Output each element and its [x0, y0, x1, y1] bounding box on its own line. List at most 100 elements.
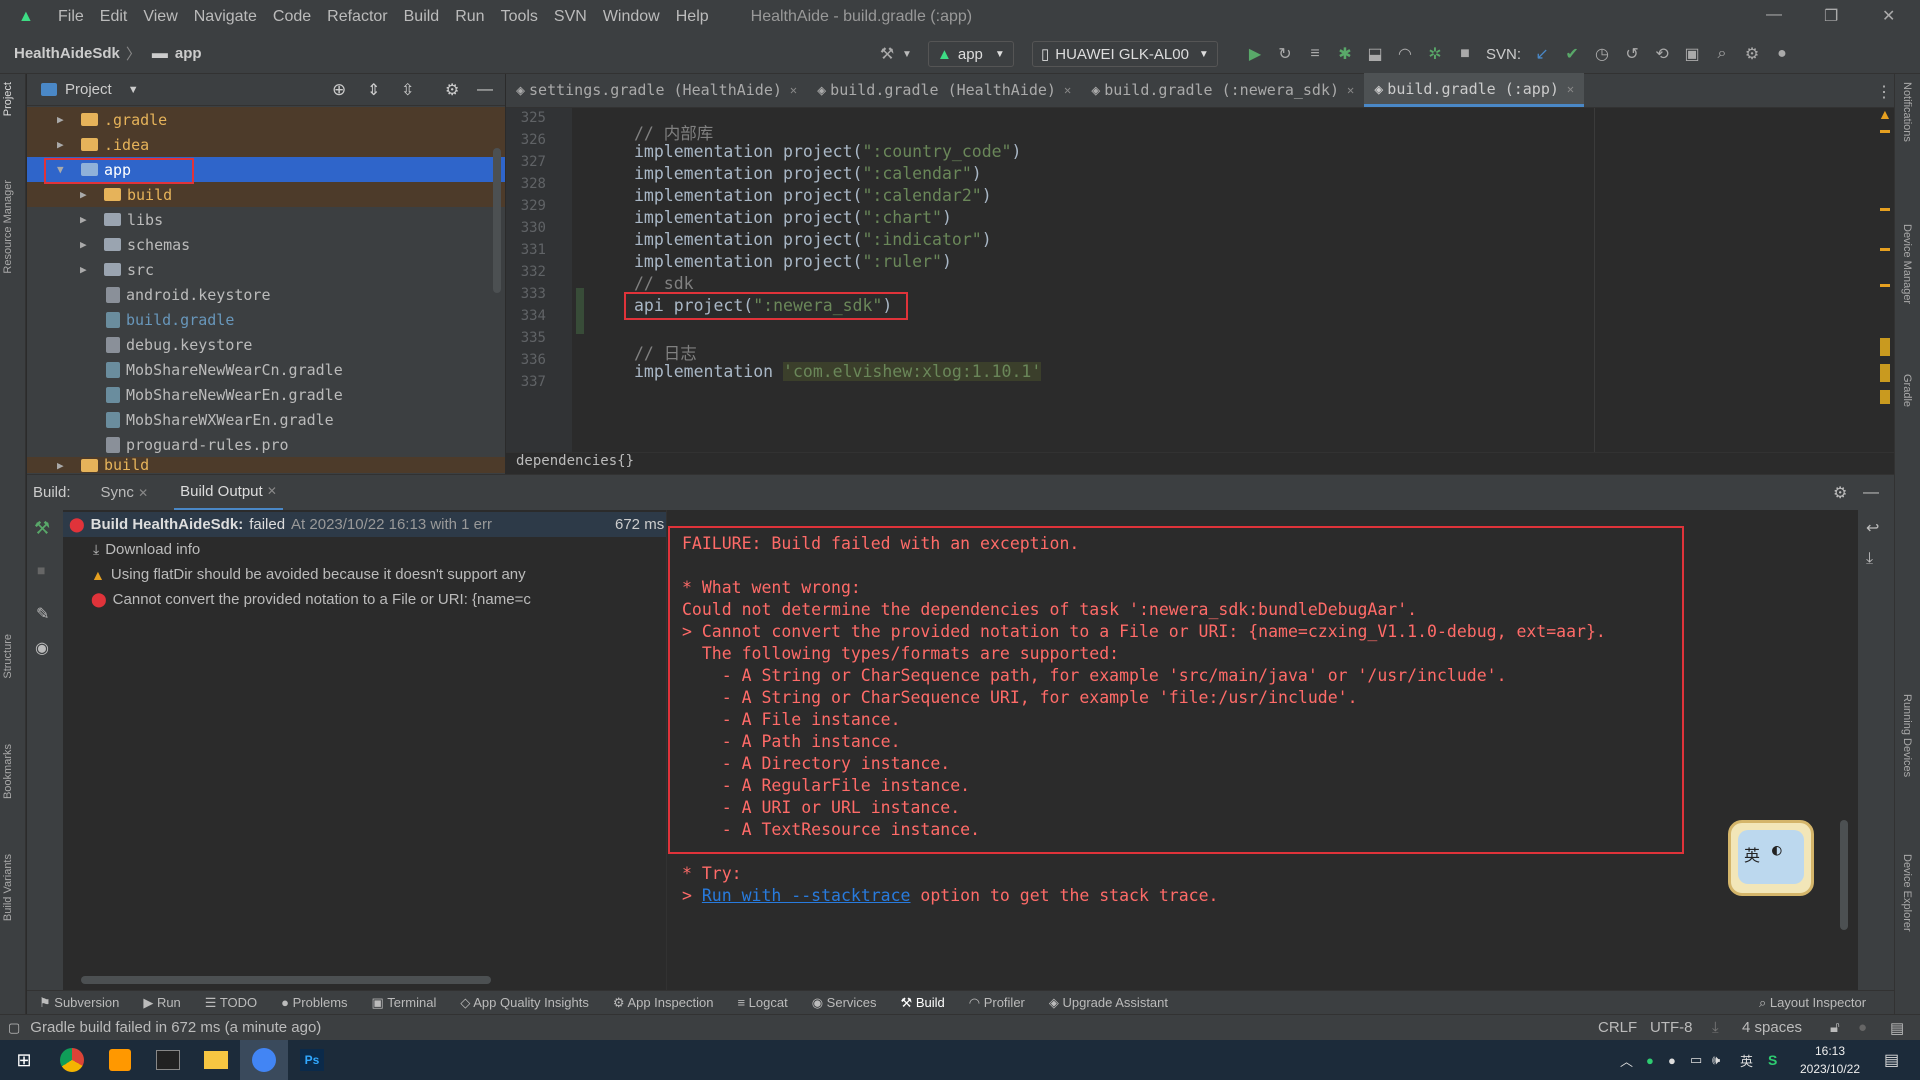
code-area[interactable]: // 内部库 implementation project(":country_… [506, 106, 1894, 452]
memory-icon[interactable]: ● [1858, 1019, 1867, 1036]
tab-app-quality-insights[interactable]: ◇ App Quality Insights [460, 995, 589, 1011]
taskbar-clock[interactable]: 16:13 2023/10/22 [1790, 1042, 1870, 1078]
close-icon[interactable]: ✕ [1882, 6, 1895, 26]
close-icon[interactable]: ✕ [1064, 83, 1071, 97]
hammer-back-icon[interactable]: ⚒ [876, 44, 898, 64]
build-tree-convert-error[interactable]: ⬤ Cannot convert the provided notation t… [63, 587, 666, 612]
hide-panel-icon[interactable]: — [1863, 484, 1879, 502]
expand-all-icon[interactable]: ⇕ [367, 80, 380, 100]
tree-item-schemas[interactable]: ▶ schemas [27, 232, 505, 257]
breadcrumb-project[interactable]: HealthAideSdk [14, 45, 120, 62]
chevron-right-icon[interactable]: ▶ [57, 113, 64, 126]
build-tree-root[interactable]: ⬤ Build HealthAideSdk: failed At 2023/10… [63, 512, 666, 537]
action-center-icon[interactable]: ▤ [1884, 1050, 1899, 1070]
line-separator[interactable]: CRLF [1598, 1019, 1637, 1036]
tray-app-icon[interactable]: ● [1668, 1053, 1676, 1068]
menu-window[interactable]: Window [603, 8, 660, 26]
taskbar-terminal[interactable] [144, 1040, 192, 1080]
attach-process-icon[interactable]: ✲ [1424, 44, 1446, 64]
soft-wrap-icon[interactable]: ↩ [1866, 518, 1879, 538]
menu-build[interactable]: Build [404, 8, 440, 26]
gear-icon[interactable]: ⚙ [1833, 483, 1847, 503]
chevron-right-icon[interactable]: ▶ [80, 213, 87, 226]
tree-item-src[interactable]: ▶ src [27, 257, 505, 282]
tree-item-proguard[interactable]: proguard-rules.pro [27, 432, 505, 457]
chevron-right-icon[interactable]: ▶ [80, 263, 87, 276]
chevron-right-icon[interactable]: ▶ [57, 459, 64, 472]
menu-run[interactable]: Run [455, 8, 484, 26]
start-button[interactable]: ⊞ [0, 1040, 48, 1080]
menu-tools[interactable]: Tools [501, 8, 538, 26]
volume-icon[interactable]: 🕪︎ [1712, 1052, 1720, 1068]
chevron-right-icon[interactable]: ▶ [57, 138, 64, 151]
tab-running-devices[interactable]: Running Devices [1901, 694, 1913, 777]
svn-update-icon[interactable]: ↙ [1531, 44, 1553, 64]
profile-icon[interactable]: ◠ [1394, 44, 1416, 64]
menu-navigate[interactable]: Navigate [194, 8, 257, 26]
stop-icon[interactable]: ■ [1454, 45, 1476, 63]
locate-icon[interactable]: ⊕ [332, 80, 346, 100]
ime-widget[interactable]: 英 ◐ [1724, 810, 1816, 906]
svn-commit-icon[interactable]: ✔ [1561, 44, 1583, 64]
tab-sync[interactable]: Sync ✕ [101, 484, 149, 501]
code-breadcrumb[interactable]: dependencies{} [506, 452, 1894, 474]
tab-services[interactable]: ◉ Services [812, 995, 877, 1011]
tab-build[interactable]: ⚒ Build [901, 995, 945, 1011]
sync-gradle-icon[interactable]: ⟲ [1651, 44, 1673, 64]
chevron-down-icon[interactable]: ▼ [128, 84, 139, 96]
hide-panel-icon[interactable]: — [477, 81, 493, 99]
run-icon[interactable]: ▶ [1244, 44, 1266, 64]
taskbar-chrome[interactable] [48, 1040, 96, 1080]
tab-gradle[interactable]: Gradle [1901, 374, 1913, 407]
tab-resource-manager[interactable]: Resource Manager [2, 180, 14, 274]
network-icon[interactable]: ▭ [1690, 1052, 1702, 1068]
more-icon[interactable]: ⋮ [1876, 82, 1892, 102]
project-panel-title[interactable]: Project [65, 81, 112, 98]
taskbar-photoshop[interactable]: Ps [288, 1040, 336, 1080]
breadcrumb-module[interactable]: app [175, 45, 202, 62]
taskbar-sublime[interactable] [96, 1040, 144, 1080]
chevron-right-icon[interactable]: ▶ [80, 188, 87, 201]
tab-run[interactable]: ▶ Run [143, 995, 180, 1011]
tab-logcat[interactable]: ≡ Logcat [737, 995, 787, 1010]
restore-icon[interactable]: ❐ [1824, 6, 1838, 26]
tab-build-output[interactable]: Build Output ✕ [174, 475, 283, 511]
chevron-right-icon[interactable]: ▶ [80, 238, 87, 251]
status-message[interactable]: Gradle build failed in 672 ms (a minute … [30, 1019, 321, 1036]
menu-code[interactable]: Code [273, 8, 311, 26]
tab-terminal[interactable]: ▣ Terminal [372, 995, 437, 1011]
tab-problems[interactable]: ● Problems [281, 995, 347, 1010]
tab-bookmarks[interactable]: Bookmarks [2, 744, 14, 799]
tree-item-build-gradle[interactable]: build.gradle [27, 307, 505, 332]
tray-chevron-up-icon[interactable]: ︿ [1620, 1051, 1633, 1070]
build-output-console[interactable]: FAILURE: Build failed with an exception.… [668, 510, 1858, 990]
device-select[interactable]: ▯ HUAWEI GLK-AL00 ▼ [1032, 41, 1218, 67]
gear-icon[interactable]: ⚙ [1741, 44, 1763, 64]
tab-notifications[interactable]: Notifications [1901, 82, 1913, 142]
tab-upgrade-assistant[interactable]: ◈ Upgrade Assistant [1049, 995, 1168, 1011]
unlocked-icon[interactable]: 🔓︎ [1830, 1019, 1840, 1036]
debug-icon[interactable]: ✱ [1334, 44, 1356, 64]
close-icon[interactable]: ✕ [138, 486, 148, 500]
tab-build-variants[interactable]: Build Variants [2, 854, 14, 921]
hammer-icon[interactable]: ⚒ [34, 518, 50, 539]
tab-device-manager[interactable]: Device Manager [1901, 224, 1913, 304]
tab-device-explorer[interactable]: Device Explorer [1901, 854, 1913, 932]
tab-subversion[interactable]: ⚑ Subversion [39, 995, 119, 1011]
tab-layout-inspector[interactable]: ⌕ Layout Inspector [1759, 995, 1866, 1011]
close-icon[interactable]: ✕ [1567, 82, 1574, 96]
tree-item-idea[interactable]: ▶ .idea [27, 132, 505, 157]
tree-item-build[interactable]: ▶ build [27, 182, 505, 207]
tree-item-mobsharenewwearen[interactable]: MobShareNewWearEn.gradle [27, 382, 505, 407]
tab-app-inspection[interactable]: ⚙ App Inspection [613, 995, 714, 1011]
tab-profiler[interactable]: ◠ Profiler [969, 995, 1025, 1011]
tab-todo[interactable]: ☰ TODO [205, 995, 257, 1011]
tree-item-mobsharenewwearcn[interactable]: MobShareNewWearCn.gradle [27, 357, 505, 382]
search-icon[interactable]: ⌕ [1711, 45, 1733, 63]
build-tree-flatdir-warning[interactable]: ▲ Using flatDir should be avoided becaus… [63, 562, 666, 587]
tab-build-gradle-healthaide[interactable]: ◈ build.gradle (HealthAide) ✕ [807, 73, 1081, 107]
gear-icon[interactable]: ⚙ [445, 80, 459, 100]
taskbar-explorer[interactable] [192, 1040, 240, 1080]
tree-item-android-keystore[interactable]: android.keystore [27, 282, 505, 307]
tree-item-build-root[interactable]: ▶ build [27, 457, 505, 473]
